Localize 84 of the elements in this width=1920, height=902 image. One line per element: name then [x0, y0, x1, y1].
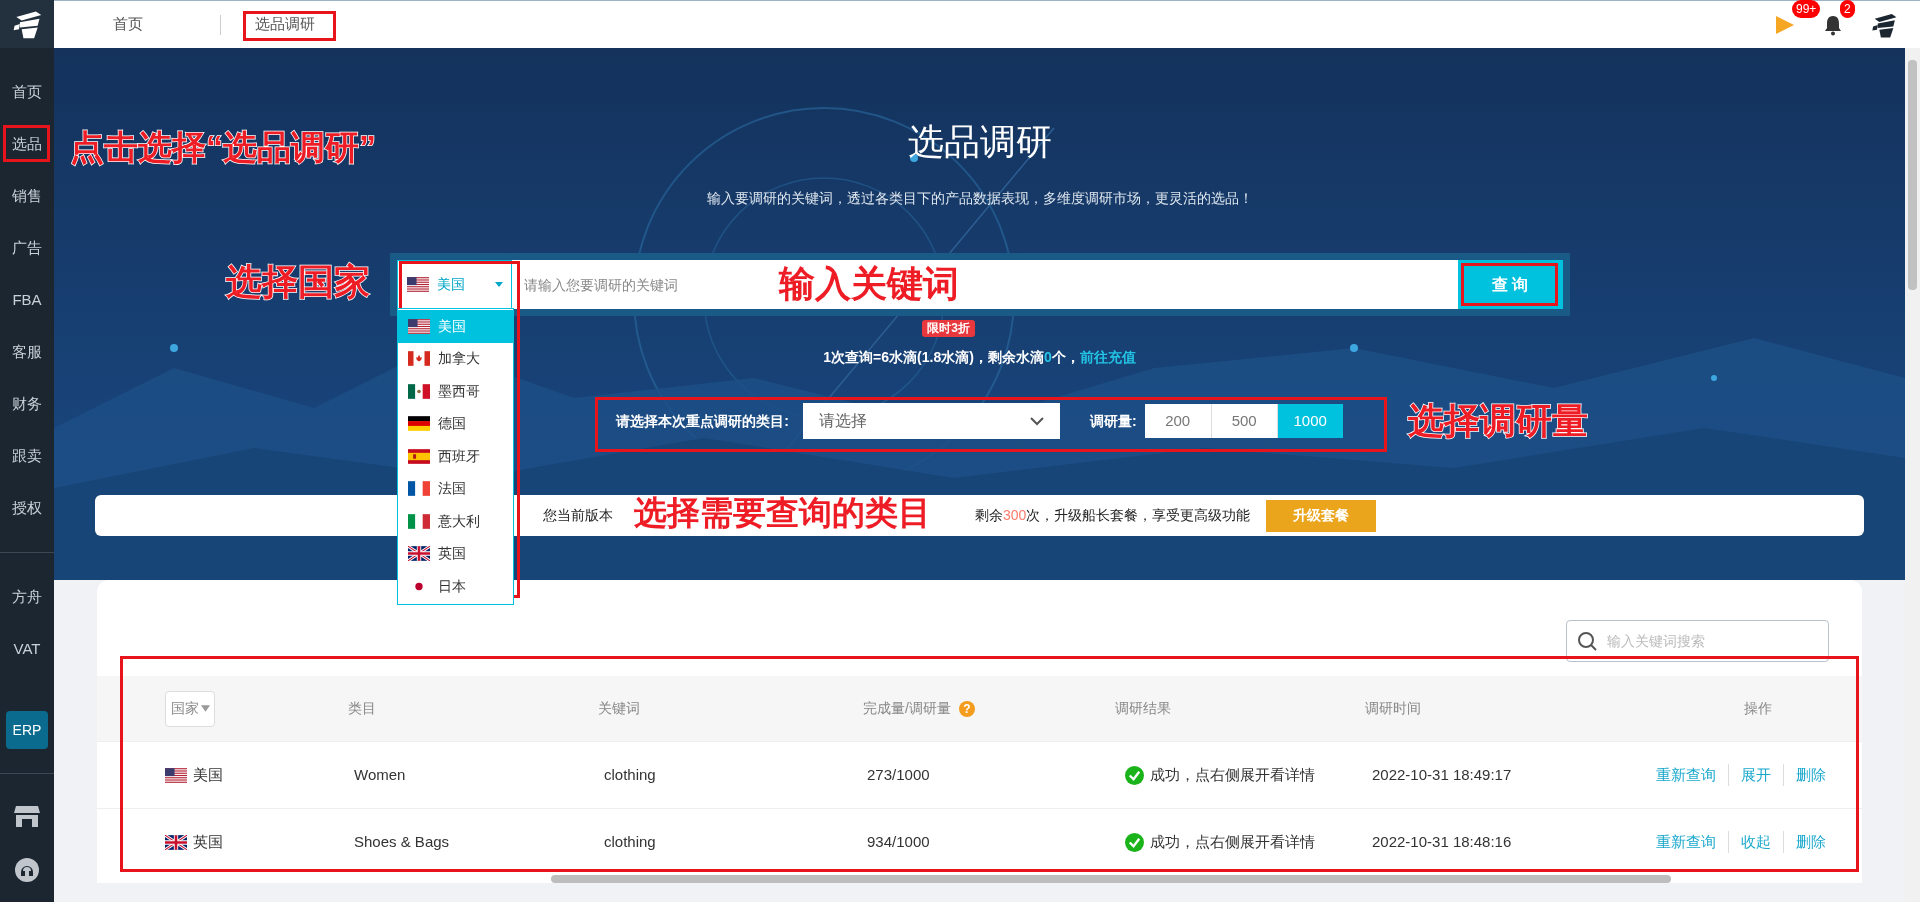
category-label: 请选择本次重点调研的类目: [616, 411, 789, 431]
vertical-scrollbar[interactable] [1905, 48, 1920, 902]
sidebar-item[interactable]: 客服 [12, 340, 42, 364]
erp-button[interactable]: ERP [6, 711, 48, 749]
recharge-link[interactable]: 前往充值 [1079, 349, 1136, 365]
breadcrumb-link[interactable]: 选品调研 [255, 13, 315, 36]
flag-icon [407, 448, 430, 464]
breadcrumb-link[interactable]: 首页 [113, 13, 143, 36]
notice-text: 您当前版本 [543, 506, 613, 525]
table-cell: 273/1000 [867, 765, 930, 783]
page-subtitle: 输入要调研的关键词，透过各类目下的产品数据表现，多维度调研市场，更灵活的选品！ [706, 189, 1253, 208]
flag-icon [407, 513, 430, 529]
table-cell-text: 成功，点右侧展开看详情 [1150, 764, 1315, 785]
help-icon: ? [958, 700, 975, 717]
notice-text: 剩余300次，升级船长套餐，享受更高级功能 [975, 506, 1251, 525]
check-circle-icon [1125, 832, 1144, 852]
count-badge: 2 [1840, 0, 1855, 18]
highlight-frame [3, 125, 50, 162]
amount-option[interactable]: 200 [1144, 404, 1211, 438]
column-header: 调研时间 [1365, 700, 1421, 716]
flag-icon [407, 351, 430, 367]
amount-label: 调研量: [1090, 411, 1137, 431]
table-cell-text: 美国 [193, 764, 223, 785]
sidebar-item[interactable]: 选品 [12, 132, 42, 156]
flag-icon [407, 383, 430, 399]
table-cell: clothing [604, 765, 656, 783]
column-header: 类目 [348, 700, 376, 716]
table-cell: clothing [604, 832, 656, 850]
cost-text: 1次查询=6水滴(1.8水滴)，剩余水滴0个，前往充值 [823, 348, 1136, 366]
category-select[interactable]: 请选择 [803, 403, 1060, 439]
country-filter[interactable]: 国家 [165, 690, 215, 727]
promo-badge: 限时3折 [922, 320, 975, 337]
column-header: 调研结果 [1115, 700, 1171, 716]
annotation-text: 点击选择“选品调研” [70, 130, 376, 164]
annotation-text: 选择需要查询的类目 [634, 496, 931, 529]
dropdown-option[interactable]: 法国 [397, 472, 513, 505]
dropdown-option[interactable]: 西班牙 [397, 440, 513, 473]
flag-icon [1774, 13, 1796, 36]
dropdown-option[interactable]: 德国 [397, 407, 513, 440]
flag-icon [407, 416, 430, 432]
sidebar-item[interactable]: FBA [12, 288, 42, 312]
search-icon [1577, 631, 1597, 651]
flag-icon [165, 834, 187, 850]
flag-icon [406, 277, 429, 292]
column-header: 关键词 [598, 700, 640, 716]
flag-icon [407, 546, 430, 562]
sidebar-item[interactable]: 方舟 [12, 585, 42, 609]
table-cell: Women [354, 765, 406, 783]
flag-icon [407, 481, 430, 497]
dropdown-option[interactable]: 加拿大 [397, 342, 513, 375]
sidebar-item[interactable]: 财务 [12, 392, 42, 416]
annotation-text: 选择调研量 [1408, 403, 1588, 439]
table-cell-text: 成功，点右侧展开看详情 [1150, 831, 1315, 852]
bell-icon [1822, 13, 1844, 36]
column-header: 完成量/调研量 [863, 699, 951, 718]
check-circle-icon [1125, 765, 1144, 785]
search-field[interactable]: 输入关键词搜索 [1566, 620, 1829, 662]
dropdown-option[interactable]: 意大利 [397, 505, 513, 538]
sidebar-item[interactable]: 广告 [12, 236, 42, 260]
page-title: 选品调研 [907, 120, 1052, 164]
annotation-text: 输入关键词 [779, 266, 959, 302]
sidebar-item[interactable]: 销售 [12, 184, 42, 208]
table-cell-text: 英国 [193, 831, 223, 852]
flag-icon [407, 318, 430, 334]
sidebar-item[interactable]: 跟卖 [12, 444, 42, 468]
caret-icon [494, 282, 503, 287]
amount-option[interactable]: 500 [1210, 404, 1277, 438]
dropdown-option[interactable]: 墨西哥 [397, 375, 513, 408]
table-cell: 934/1000 [867, 832, 930, 850]
count-badge: 99+ [1792, 0, 1821, 18]
sidebar-item[interactable]: 授权 [12, 496, 42, 520]
chevron-down-icon [1030, 416, 1044, 426]
flag-icon [165, 767, 187, 783]
column-header: 操作 [1744, 699, 1772, 718]
table-cell: Shoes & Bags [354, 832, 450, 850]
dropdown-option[interactable]: 日本 [397, 570, 513, 603]
caret-icon [200, 705, 210, 712]
annotation-text: 选择国家 [226, 264, 370, 300]
sidebar-item[interactable]: 首页 [12, 80, 42, 104]
table-cell: 2022-10-31 18:49:17 [1372, 765, 1512, 783]
dropdown-option[interactable]: 英国 [397, 537, 513, 570]
headset-icon [13, 856, 41, 884]
table-cell: 2022-10-31 18:48:16 [1372, 832, 1512, 850]
sidebar-item[interactable]: VAT [13, 637, 41, 661]
